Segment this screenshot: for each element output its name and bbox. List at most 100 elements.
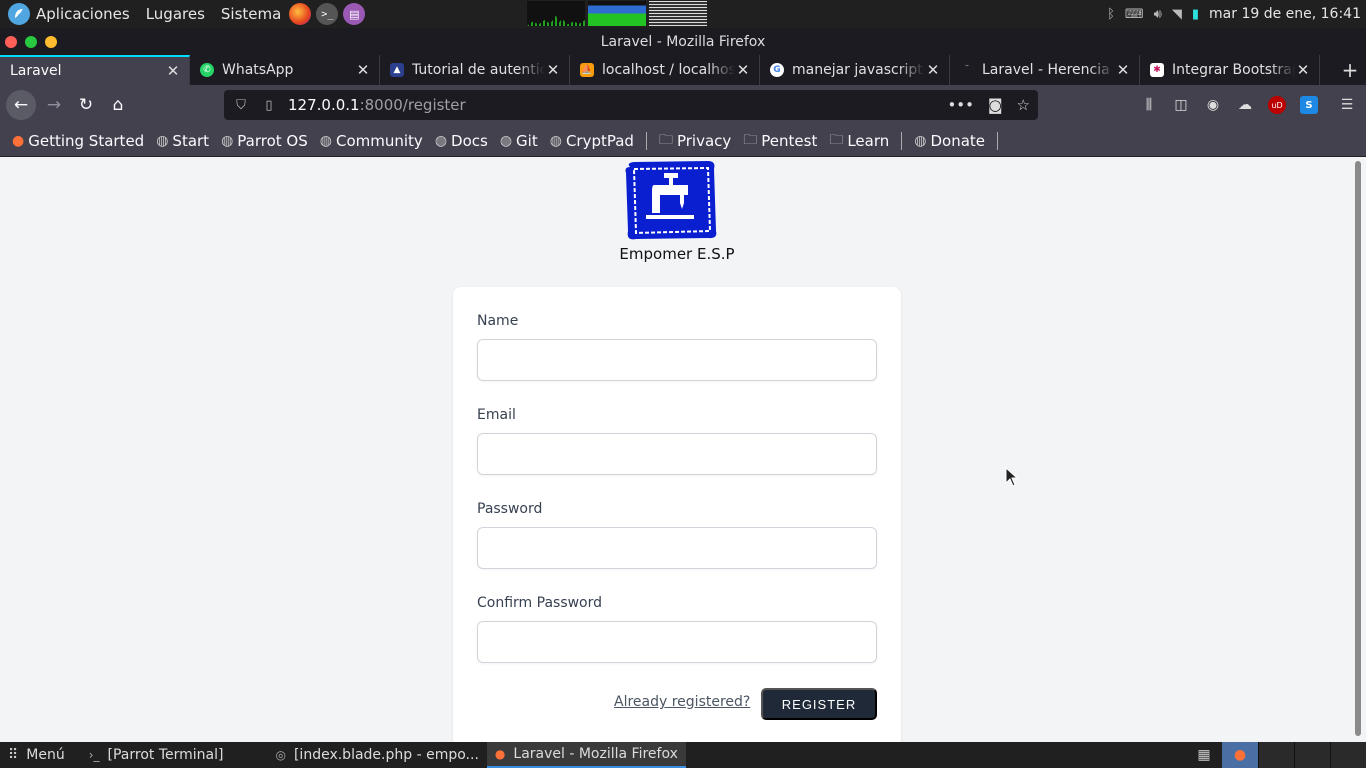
taskbar-item-firefox[interactable]: ● Laravel - Mozilla Firefox <box>486 742 686 768</box>
workspace-4[interactable] <box>1330 742 1366 768</box>
workspace-1[interactable]: ● <box>1222 742 1258 768</box>
bookmark-donate[interactable]: ◍ Donate <box>914 132 985 150</box>
tab-label: Laravel <box>10 63 62 79</box>
extension-icon[interactable]: ☁ <box>1236 96 1254 114</box>
firefox-icon: ● <box>494 747 506 761</box>
firefox-launcher-icon[interactable] <box>289 3 312 25</box>
page-info-icon[interactable]: ▯ <box>260 98 278 113</box>
name-field[interactable] <box>477 339 877 381</box>
tab-close-icon[interactable]: ✕ <box>1295 61 1311 79</box>
firefox-window: Laravel - Mozilla Firefox Laravel ✕ ✆ Wh… <box>0 28 1366 742</box>
menu-aplicaciones[interactable]: Aplicaciones <box>36 5 130 23</box>
taskbar-item-editor[interactable]: ◎ [index.blade.php - empo... <box>267 742 486 768</box>
bookmark-docs[interactable]: ◍ Docs <box>435 132 488 150</box>
network-graph <box>649 1 707 26</box>
window-titlebar[interactable]: Laravel - Mozilla Firefox <box>0 28 1366 55</box>
password-field[interactable] <box>477 527 877 569</box>
pocket-icon[interactable]: ◙ <box>988 96 1003 114</box>
bluetooth-icon[interactable]: ᛒ <box>1107 7 1115 22</box>
tab-close-icon[interactable]: ✕ <box>1115 61 1131 79</box>
workspace-2[interactable] <box>1258 742 1294 768</box>
page-actions-icon[interactable]: ••• <box>947 96 974 114</box>
tab-bootstrap[interactable]: ✱ Integrar Bootstrap c ✕ <box>1140 55 1320 85</box>
bookmark-cryptpad[interactable]: ◍ CryptPad <box>550 132 634 150</box>
brand-name: Empomer E.S.P <box>619 245 735 263</box>
reload-button[interactable]: ↻ <box>70 89 102 121</box>
volume-icon[interactable]: 🔊︎ <box>1154 7 1162 22</box>
tracking-shield-icon[interactable]: ⛉ <box>232 98 250 113</box>
tab-close-icon[interactable]: ✕ <box>355 61 371 79</box>
ublock-icon[interactable]: uD <box>1268 96 1286 114</box>
page-scrollbar[interactable] <box>1352 157 1366 742</box>
taskbar-label: [Parrot Terminal] <box>107 747 224 763</box>
keyboard-icon[interactable]: ⌨ <box>1125 7 1144 22</box>
register-button[interactable]: REGISTER <box>761 688 877 720</box>
bookmark-community[interactable]: ◍ Community <box>320 132 423 150</box>
system-monitor <box>527 1 707 26</box>
faucet-logo-icon[interactable] <box>624 159 718 241</box>
tab-close-icon[interactable]: ✕ <box>545 61 561 79</box>
already-registered-link[interactable]: Already registered? <box>614 694 750 710</box>
globe-icon: ◍ <box>156 132 169 149</box>
taskbar-item-terminal[interactable]: ›_ [Parrot Terminal] <box>81 742 232 768</box>
globe-icon: ◍ <box>221 132 234 149</box>
workspace-switcher-icon[interactable]: ▦ <box>1186 742 1222 768</box>
tab-close-icon[interactable]: ✕ <box>925 61 941 79</box>
window-maximize-button[interactable] <box>25 35 37 48</box>
battery-icon[interactable]: ▮ <box>1192 7 1199 22</box>
bookmark-separator <box>997 131 999 150</box>
home-button[interactable]: ⌂ <box>102 89 134 121</box>
account-icon[interactable]: ◉ <box>1204 96 1222 114</box>
menu-hamburger-icon[interactable]: ☰ <box>1338 96 1356 114</box>
url-bar[interactable]: ⛉ ▯ 127.0.0.1:8000/register ••• ◙ ☆ <box>224 90 1038 120</box>
library-icon[interactable]: ⫼ <box>1140 96 1158 114</box>
editor-icon: ◎ <box>275 748 286 762</box>
tab-laravel[interactable]: Laravel ✕ <box>0 55 190 85</box>
bookmark-separator <box>901 131 903 150</box>
page-content: Empomer E.S.P Name Email Password Confir… <box>0 157 1352 742</box>
back-button[interactable]: ← <box>6 90 36 120</box>
tab-phpmyadmin[interactable]: ⛵ localhost / localhost ✕ <box>570 55 760 85</box>
clock[interactable]: mar 19 de ene, 16:41 <box>1209 6 1361 22</box>
terminal-launcher-icon[interactable]: >_ <box>316 3 339 25</box>
forward-button[interactable]: → <box>38 89 70 121</box>
bookmark-start[interactable]: ◍ Start <box>156 132 209 150</box>
firefox-icon: ● <box>12 132 25 149</box>
password-label: Password <box>477 501 543 517</box>
scrollbar-thumb[interactable] <box>1355 161 1361 736</box>
menu-sistema[interactable]: Sistema <box>221 5 281 23</box>
tab-close-icon[interactable]: ✕ <box>735 61 751 79</box>
tab-label: WhatsApp <box>222 62 294 78</box>
email-field[interactable] <box>477 433 877 475</box>
window-minimize-button[interactable] <box>45 35 57 48</box>
wifi-icon[interactable]: ◥ <box>1172 7 1182 22</box>
phpmyadmin-icon: ⛵ <box>580 63 594 77</box>
tab-tutorial[interactable]: ▲ Tutorial de autentic ✕ <box>380 55 570 85</box>
bookmark-git[interactable]: ◍ Git <box>500 132 538 150</box>
bookmark-star-icon[interactable]: ☆ <box>1017 96 1030 114</box>
bookmark-parrot-os[interactable]: ◍ Parrot OS <box>221 132 308 150</box>
new-tab-button[interactable]: + <box>1334 55 1366 85</box>
bookmark-folder-learn[interactable]: 🗀︎ Learn <box>829 129 889 153</box>
tab-label: localhost / localhost <box>602 62 735 78</box>
menu-lugares[interactable]: Lugares <box>146 5 205 23</box>
bookmark-separator <box>645 131 647 150</box>
tab-close-icon[interactable]: ✕ <box>165 62 181 80</box>
window-close-button[interactable] <box>5 35 17 48</box>
bookmark-folder-privacy[interactable]: 🗀︎ Privacy <box>659 129 731 153</box>
globe-icon: ◍ <box>549 132 562 149</box>
app-grid-icon: ⠿ <box>8 747 19 763</box>
start-menu-button[interactable]: ⠿ Menú <box>0 742 73 768</box>
tab-laravel-herencia[interactable]: ˜ Laravel - Herencia d ✕ <box>950 55 1140 85</box>
workspace-3[interactable] <box>1294 742 1330 768</box>
text-editor-launcher-icon[interactable]: ▤ <box>343 3 366 25</box>
folder-icon: 🗀︎ <box>658 131 673 148</box>
tab-whatsapp[interactable]: ✆ WhatsApp ✕ <box>190 55 380 85</box>
parrot-os-logo-icon[interactable] <box>8 3 30 25</box>
bookmark-folder-pentest[interactable]: 🗀︎ Pentest <box>743 129 817 153</box>
confirm-password-field[interactable] <box>477 621 877 663</box>
bookmark-getting-started[interactable]: ● Getting Started <box>12 132 144 150</box>
s-extension-icon[interactable]: S <box>1300 96 1318 114</box>
sidebar-icon[interactable]: ◫ <box>1172 96 1190 114</box>
tab-google[interactable]: G manejar javascript y ✕ <box>760 55 950 85</box>
